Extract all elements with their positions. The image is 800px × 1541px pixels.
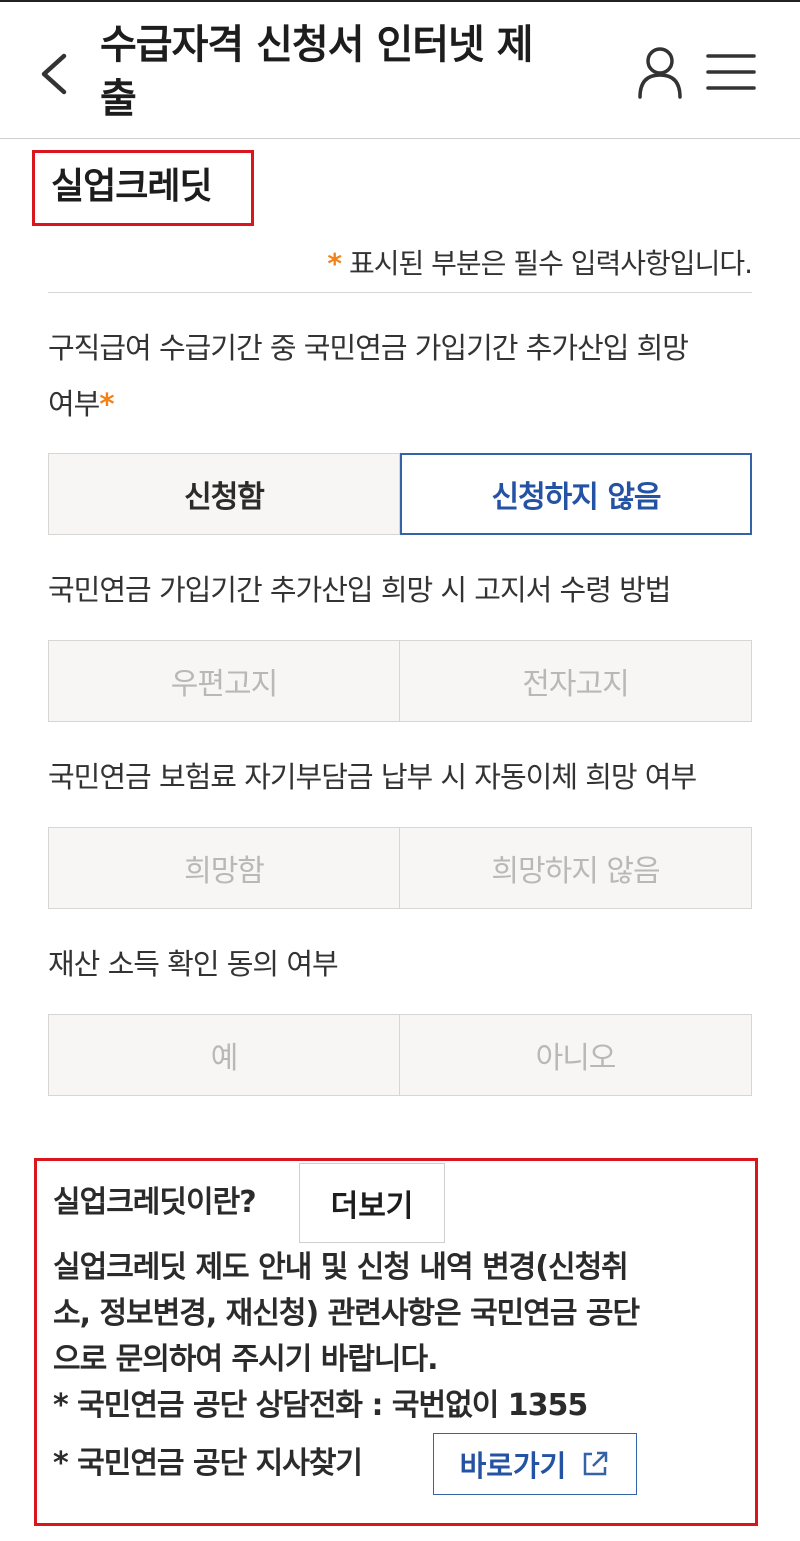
page-title-line-1: 수급자격 신청서 인터넷 제 <box>100 22 534 68</box>
question-3-options: 희망함 희망하지 않음 <box>48 827 752 909</box>
question-1-label-line-1: 구직급여 수급기간 중 국민연금 가입기간 추가산입 희망 <box>48 331 689 365</box>
question-1-required-star: * <box>99 387 114 421</box>
app-header: 수급자격 신청서 인터넷 제 출 <box>0 2 800 139</box>
section-title-highlight: 실업크레딧 <box>32 150 254 226</box>
info-body-line-2: 소, 정보변경, 재신청) 관련사항은 국민연금 공단 <box>53 1296 640 1331</box>
page-title: 수급자격 신청서 인터넷 제 출 <box>100 18 600 126</box>
section-title: 실업크레딧 <box>51 166 213 207</box>
question-3-label: 국민연금 보험료 자기부담금 납부 시 자동이체 희망 여부 <box>48 760 697 794</box>
more-button[interactable]: 더보기 <box>299 1163 445 1243</box>
question-1-label-line-2-text: 여부 <box>48 387 100 421</box>
menu-button[interactable] <box>704 48 758 96</box>
user-button[interactable] <box>630 42 690 106</box>
chevron-left-icon <box>41 53 67 95</box>
back-button[interactable] <box>30 44 80 104</box>
user-icon <box>638 47 682 99</box>
required-note-text: 표시된 부분은 필수 입력사항입니다. <box>348 247 753 280</box>
info-branch-line: * 국민연금 공단 지사찾기 <box>53 1446 363 1481</box>
question-2-options: 우편고지 전자고지 <box>48 640 752 722</box>
required-star: * <box>327 247 342 280</box>
info-phone-line: * 국민연금 공단 상담전화 : 국번없이 1355 <box>53 1388 588 1423</box>
section-divider <box>48 292 752 293</box>
info-body-line-3: 으로 문의하여 주시기 바랍니다. <box>53 1342 439 1377</box>
question-4-label: 재산 소득 확인 동의 여부 <box>48 947 339 981</box>
question-2-label: 국민연금 가입기간 추가산입 희망 시 고지서 수령 방법 <box>48 573 671 607</box>
info-body-line-1: 실업크레딧 제도 안내 및 신청 내역 변경(신청취 <box>53 1250 629 1285</box>
option-auto-debit-no[interactable]: 희망하지 않음 <box>400 827 752 909</box>
question-1-label-line-2: 여부* <box>48 376 688 432</box>
info-heading: 실업크레딧이란? <box>53 1185 257 1220</box>
page-title-line-2: 출 <box>100 76 137 122</box>
option-postal-notice[interactable]: 우편고지 <box>48 640 400 722</box>
question-1-label: 구직급여 수급기간 중 국민연금 가입기간 추가산입 희망 여부* <box>48 320 689 432</box>
option-electronic-notice[interactable]: 전자고지 <box>400 640 752 722</box>
option-apply[interactable]: 신청함 <box>48 453 400 535</box>
info-box-highlight: 실업크레딧이란? 더보기 실업크레딧 제도 안내 및 신청 내역 변경(신청취 … <box>34 1158 758 1526</box>
question-1-options: 신청함 신청하지 않음 <box>48 453 752 535</box>
option-auto-debit-yes[interactable]: 희망함 <box>48 827 400 909</box>
required-note: * 표시된 부분은 필수 입력사항입니다. <box>327 244 753 284</box>
option-consent-yes[interactable]: 예 <box>48 1014 400 1096</box>
option-not-apply[interactable]: 신청하지 않음 <box>400 453 752 535</box>
option-consent-no[interactable]: 아니오 <box>400 1014 752 1096</box>
external-link-icon <box>584 1451 608 1476</box>
go-button-label: 바로가기 <box>459 1449 567 1483</box>
go-to-branch-button[interactable]: 바로가기 <box>433 1433 637 1495</box>
question-4-options: 예 아니오 <box>48 1014 752 1096</box>
hamburger-menu-icon <box>706 54 756 90</box>
